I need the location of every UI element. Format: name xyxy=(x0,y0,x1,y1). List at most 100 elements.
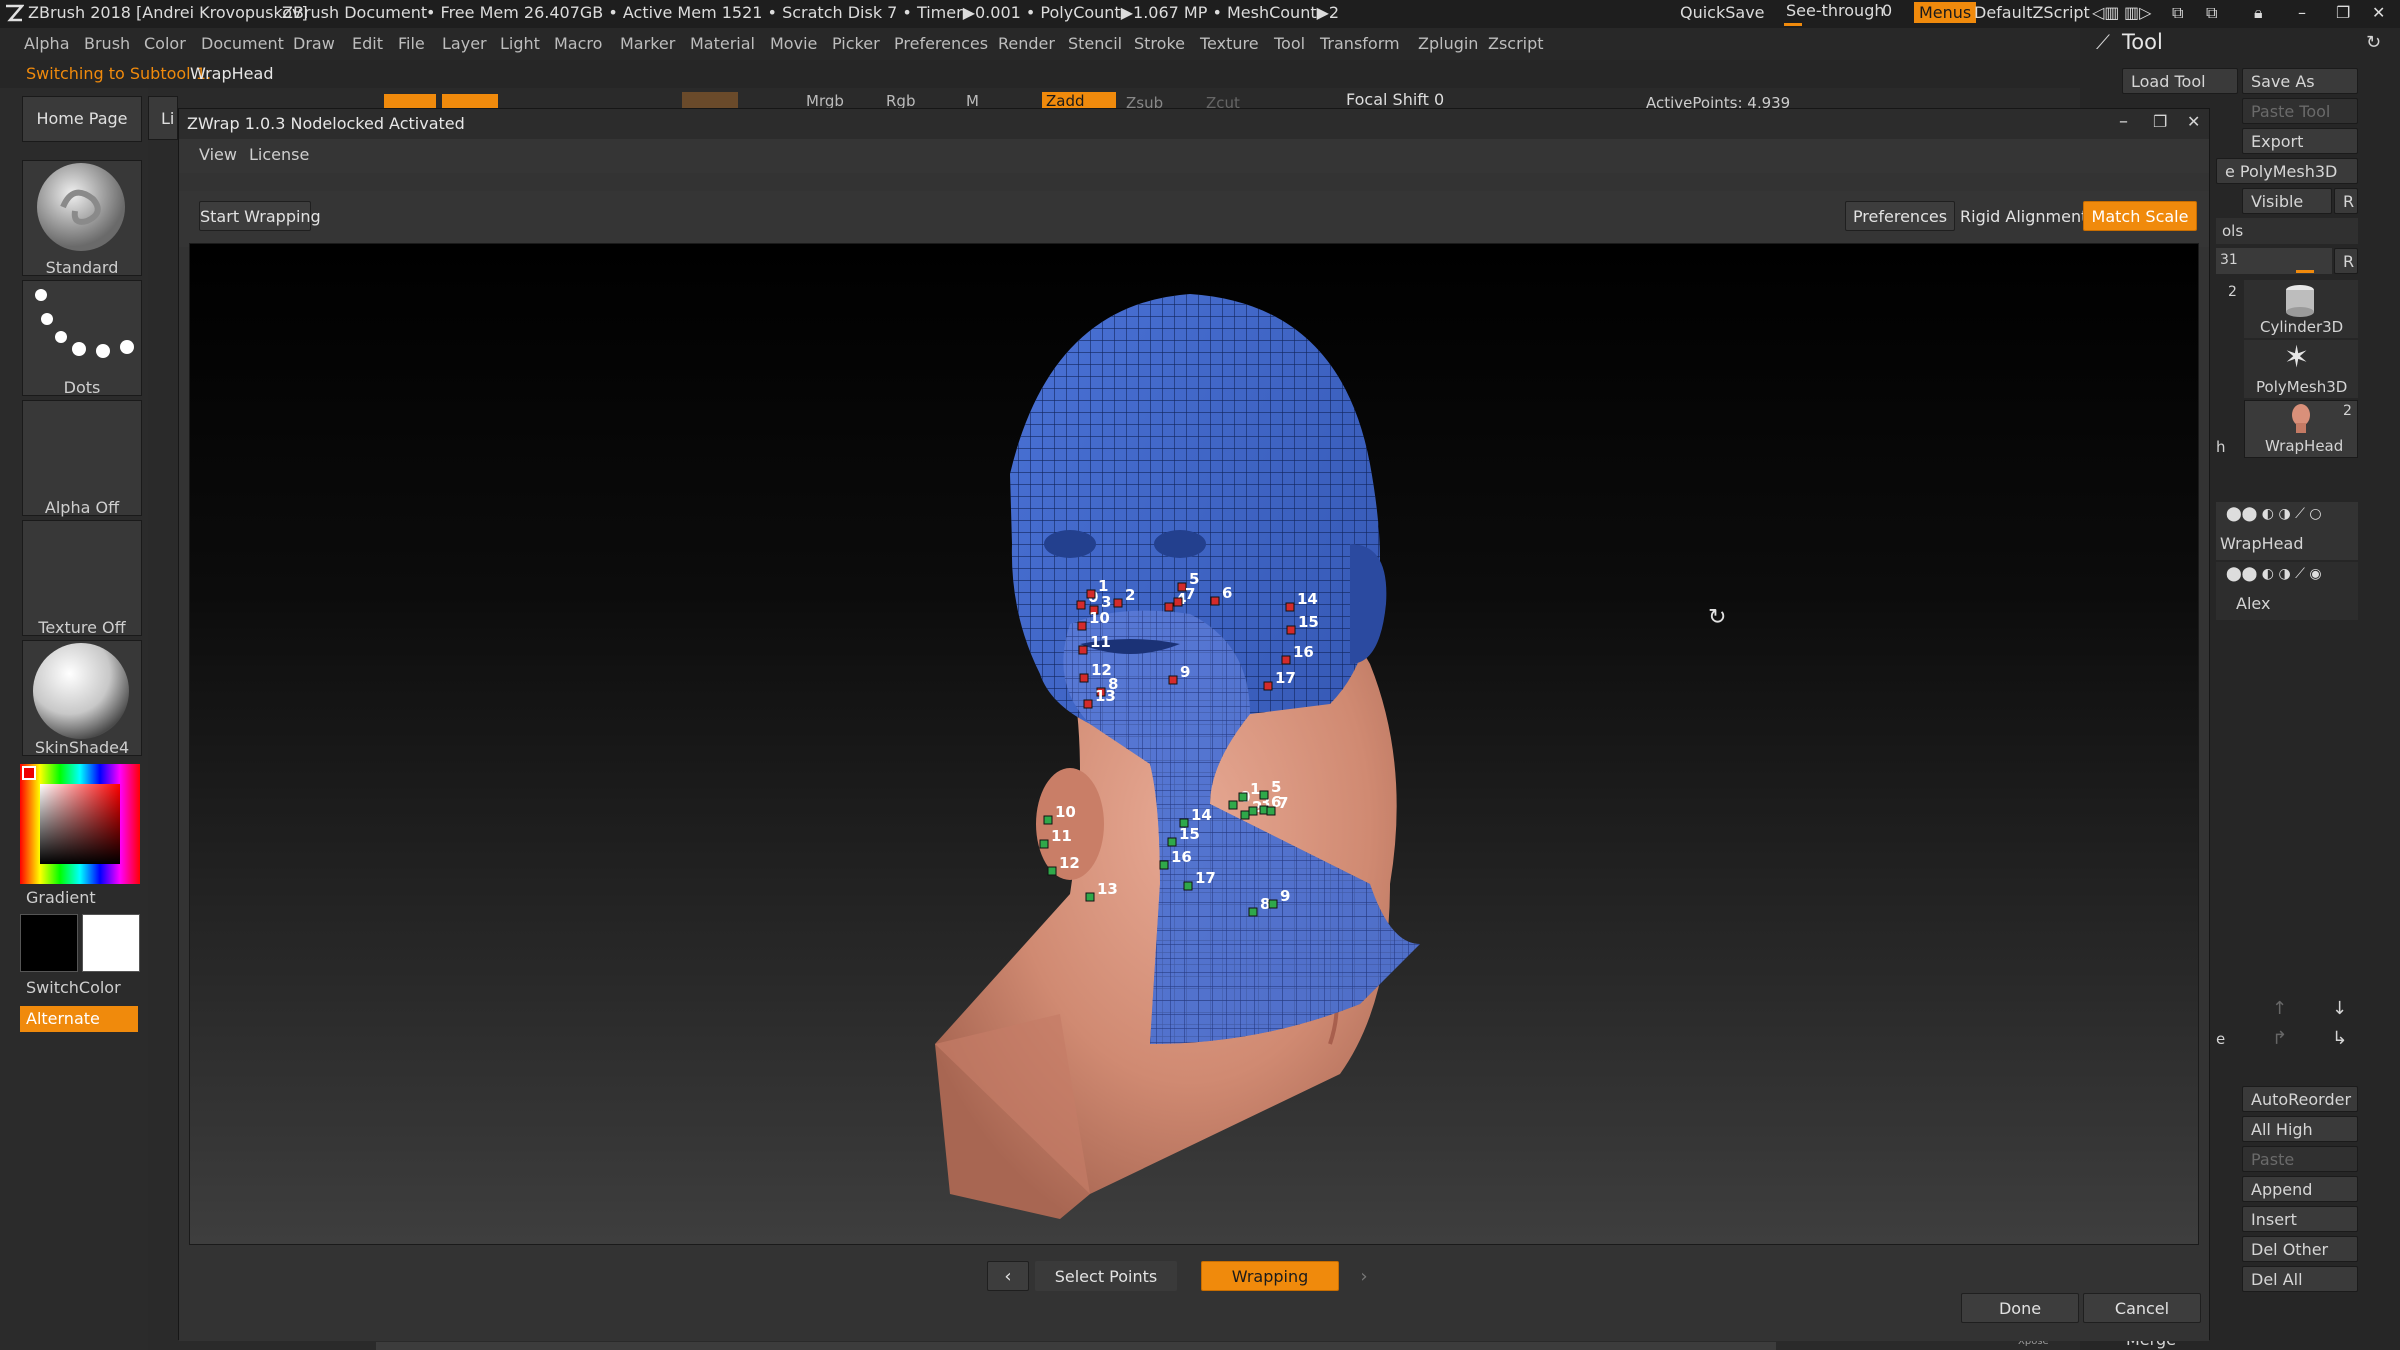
cylinder-tool[interactable]: Cylinder3D xyxy=(2244,280,2358,338)
viewport-3d[interactable]: 01234567891011121314151617 0123567891011… xyxy=(189,243,2199,1245)
subtool-item-alex[interactable]: ⬤⬤ ◐ ◑ ⟋ ◉ Alex xyxy=(2216,562,2358,620)
cancel-button[interactable]: Cancel xyxy=(2083,1293,2201,1323)
menu-file[interactable]: File xyxy=(398,34,425,53)
wrap-marker-6[interactable] xyxy=(1210,596,1220,606)
tool-slider[interactable]: 31 xyxy=(2216,248,2332,274)
menus-toggle[interactable]: Menus xyxy=(1914,2,1977,23)
refresh-palette-icon[interactable]: ↻ xyxy=(2366,32,2381,53)
switchcolor-button[interactable]: SwitchColor xyxy=(26,978,121,997)
preferences-button[interactable]: Preferences xyxy=(1845,201,1955,231)
menu-stroke[interactable]: Stroke xyxy=(1134,34,1185,53)
target-marker-11[interactable] xyxy=(1039,839,1049,849)
menu-material[interactable]: Material xyxy=(690,34,755,53)
menu-picker[interactable]: Picker xyxy=(832,34,880,53)
move-down-icon[interactable]: ↓ xyxy=(2332,998,2347,1019)
seethrough-slider[interactable]: See-through 0 xyxy=(1780,1,1892,26)
focal-shift-slider[interactable]: Focal Shift 0 xyxy=(1346,90,1444,109)
menu-preferences[interactable]: Preferences xyxy=(894,34,988,53)
all-high-button[interactable]: All High xyxy=(2242,1116,2358,1142)
menu-movie[interactable]: Movie xyxy=(770,34,817,53)
target-marker-10[interactable] xyxy=(1043,815,1053,825)
wrap-marker-12[interactable] xyxy=(1079,673,1089,683)
target-marker-7[interactable] xyxy=(1266,806,1276,816)
menu-alpha[interactable]: Alpha xyxy=(24,34,70,53)
dialog-menu-view[interactable]: View xyxy=(199,145,237,164)
material-swatch-button[interactable] xyxy=(682,92,738,108)
dialog-close-icon[interactable]: ✕ xyxy=(2187,112,2200,131)
texture-picker[interactable]: Texture Off xyxy=(22,520,142,637)
layout-icon[interactable]: ◁▥ xyxy=(2092,3,2119,22)
target-marker-16[interactable] xyxy=(1159,860,1169,870)
insert-arrow-icon[interactable]: ↳ xyxy=(2332,1028,2347,1049)
subtool-visibility-toggle[interactable]: ⬤⬤ ◐ ◑ ⟋ ○ xyxy=(2226,506,2322,522)
wrap-marker-1[interactable] xyxy=(1086,589,1096,599)
layout-icon-2[interactable]: ▥▷ xyxy=(2124,3,2151,22)
wrap-marker-13[interactable] xyxy=(1083,699,1093,709)
target-marker-17[interactable] xyxy=(1183,881,1193,891)
save-as-button[interactable]: Save As xyxy=(2242,68,2358,94)
gradient-label[interactable]: Gradient xyxy=(26,888,96,907)
home-page-button[interactable]: Home Page xyxy=(22,96,142,142)
match-scale-button[interactable]: Match Scale xyxy=(2083,201,2197,231)
del-all-button[interactable]: Del All xyxy=(2242,1266,2358,1292)
menu-tool[interactable]: Tool xyxy=(1274,34,1305,53)
main-color-swatch[interactable] xyxy=(20,914,78,972)
step-wrapping[interactable]: Wrapping xyxy=(1201,1261,1339,1291)
start-wrapping-button[interactable]: Start Wrapping xyxy=(199,201,321,231)
zadd-button[interactable]: Zadd xyxy=(1042,92,1116,110)
target-marker-9[interactable] xyxy=(1268,899,1278,909)
target-marker-2[interactable] xyxy=(1240,810,1250,820)
menu-brush[interactable]: Brush xyxy=(84,34,130,53)
wrap-marker-17[interactable] xyxy=(1263,681,1273,691)
target-marker-12[interactable] xyxy=(1047,866,1057,876)
menu-texture[interactable]: Texture xyxy=(1200,34,1259,53)
wrap-marker-7[interactable] xyxy=(1173,597,1183,607)
menu-transform[interactable]: Transform xyxy=(1320,34,1400,53)
menu-document[interactable]: Document xyxy=(201,34,284,53)
wrap-marker-11[interactable] xyxy=(1078,645,1088,655)
dialog-restore-icon[interactable]: ❐ xyxy=(2153,112,2167,131)
menu-edit[interactable]: Edit xyxy=(352,34,383,53)
restore-icon[interactable]: ❐ xyxy=(2336,3,2350,22)
clone-polymesh-button[interactable]: e PolyMesh3D xyxy=(2216,158,2358,184)
target-marker-5[interactable] xyxy=(1259,790,1269,800)
menu-render[interactable]: Render xyxy=(998,34,1055,53)
del-other-button[interactable]: Del Other xyxy=(2242,1236,2358,1262)
move-mode-button[interactable] xyxy=(442,94,498,108)
redo-arrow-icon[interactable]: ↱ xyxy=(2272,1028,2287,1049)
arrow-left-icon[interactable]: ‹ xyxy=(987,1261,1029,1291)
menu-marker[interactable]: Marker xyxy=(620,34,675,53)
secondary-color-swatch[interactable] xyxy=(82,914,140,972)
menu-macro[interactable]: Macro xyxy=(554,34,602,53)
paste-tool-button[interactable]: Paste Tool xyxy=(2242,98,2358,124)
stroke-picker[interactable]: Dots xyxy=(22,280,142,397)
rigid-alignment-button[interactable]: Rigid Alignment xyxy=(1959,201,2087,231)
ui-icon[interactable]: ⧉ xyxy=(2172,3,2183,23)
subtool-item-wraphead[interactable]: ⬤⬤ ◐ ◑ ⟋ ○ WrapHead xyxy=(2216,502,2358,560)
move-up-icon[interactable]: ↑ xyxy=(2272,998,2287,1019)
paste-button[interactable]: Paste xyxy=(2242,1146,2358,1172)
quicksave-button[interactable]: QuickSave xyxy=(1680,3,1765,22)
wraphead-tool[interactable]: 2 WrapHead xyxy=(2244,400,2358,458)
append-button[interactable]: Append xyxy=(2242,1176,2358,1202)
wrap-marker-2[interactable] xyxy=(1113,598,1123,608)
dialog-menu-license[interactable]: License xyxy=(249,145,309,164)
ui-icon-2[interactable]: ⧉ xyxy=(2206,3,2217,23)
brush-picker[interactable]: Standard xyxy=(22,160,142,277)
lock-icon[interactable]: 🔒︎ xyxy=(2254,3,2263,23)
draw-mode-button[interactable] xyxy=(384,94,436,108)
wrap-marker-14[interactable] xyxy=(1285,602,1295,612)
wrap-marker-16[interactable] xyxy=(1281,655,1291,665)
target-marker-13[interactable] xyxy=(1085,892,1095,902)
polymesh-tool[interactable]: ✶ PolyMesh3D xyxy=(2244,340,2358,398)
close-icon[interactable]: ✕ xyxy=(2372,3,2385,22)
subtools-header[interactable]: ols xyxy=(2216,218,2358,244)
wrap-marker-0[interactable] xyxy=(1076,600,1086,610)
target-marker-1[interactable] xyxy=(1238,792,1248,802)
target-marker-8[interactable] xyxy=(1248,907,1258,917)
step-select-points[interactable]: Select Points xyxy=(1035,1261,1177,1291)
wrap-marker-4[interactable] xyxy=(1164,602,1174,612)
slider-r-button[interactable]: R xyxy=(2334,248,2358,274)
wrap-marker-9[interactable] xyxy=(1168,675,1178,685)
minimize-icon[interactable]: – xyxy=(2298,3,2306,22)
